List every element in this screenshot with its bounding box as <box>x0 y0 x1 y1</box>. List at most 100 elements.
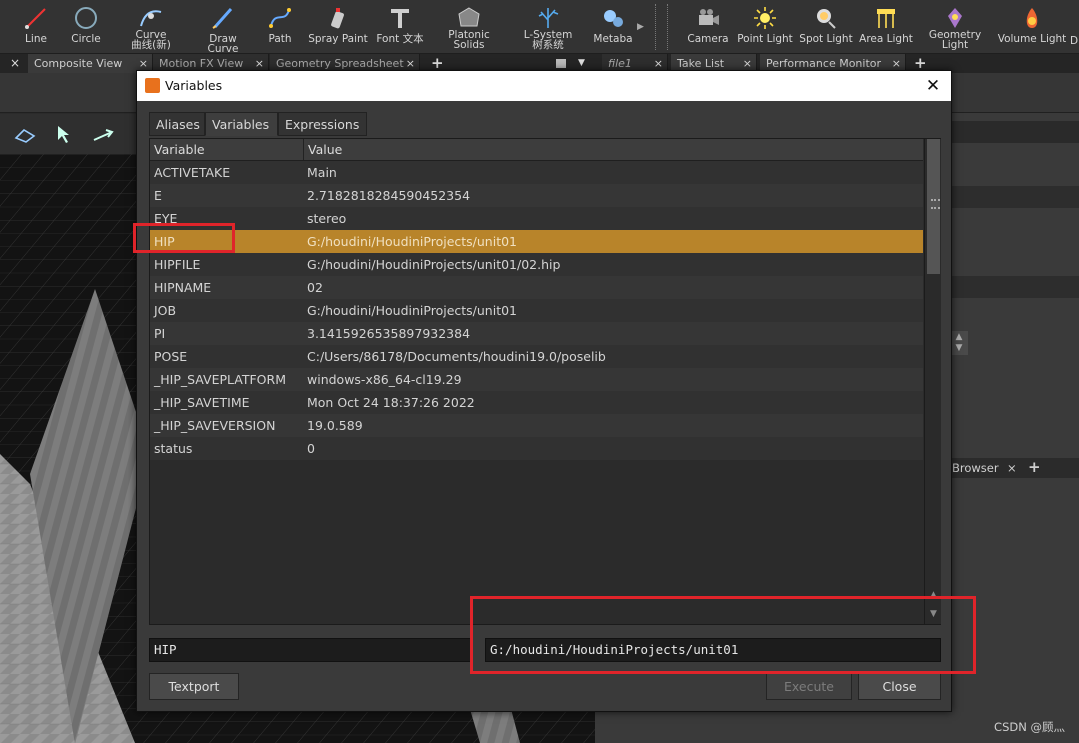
more-tool[interactable]: D <box>1070 2 1079 52</box>
tool-label: D <box>1070 35 1079 47</box>
highlight-box-variable <box>133 223 235 253</box>
close-button[interactable]: Close <box>858 673 941 700</box>
tool-label-secondary: 树系统 <box>532 39 564 51</box>
shelf-divider <box>667 4 670 50</box>
curve-icon <box>140 10 162 27</box>
shelf-scroll-right-icon[interactable]: ▶ <box>637 22 644 32</box>
panel-header <box>952 121 1079 143</box>
path-tool[interactable]: Path <box>250 2 310 52</box>
column-header-value[interactable]: Value <box>303 139 923 160</box>
lsystem-icon <box>538 8 559 28</box>
tool-label: Font 文本 <box>376 33 424 45</box>
tab-close-icon[interactable]: × <box>10 54 20 73</box>
table-row[interactable]: HIPFILE G:/houdini/HoudiniProjects/unit01… <box>150 253 923 276</box>
tab-aliases[interactable]: Aliases <box>149 112 205 136</box>
tab-label: Browser <box>952 461 999 475</box>
view-tool-icon[interactable] <box>14 126 36 144</box>
line-icon <box>25 8 46 29</box>
font-tool[interactable]: Font 文本 <box>370 2 430 52</box>
tab-label: Motion FX View <box>159 57 244 70</box>
tab-composite-view[interactable]: Composite View × <box>28 54 153 73</box>
curve-tool[interactable]: Curve 曲线(新) <box>121 2 181 52</box>
circle-tool[interactable]: Circle <box>56 2 116 52</box>
column-header-variable[interactable]: Variable <box>150 139 303 160</box>
pane-maximize-icon[interactable] <box>556 59 566 68</box>
area-light-tool[interactable]: Area Light <box>856 2 916 52</box>
variable-value-cell: C:/Users/86178/Documents/houdini19.0/pos… <box>307 349 606 364</box>
close-icon[interactable]: ✕ <box>921 71 945 101</box>
tool-label-secondary: Light <box>941 39 969 51</box>
tool-label: Path <box>268 33 292 45</box>
table-row[interactable]: _HIP_SAVEPLATFORM windows-x86_64-cl19.29 <box>150 368 923 391</box>
stepper[interactable]: ▲ ▼ <box>950 331 968 355</box>
variable-value-cell: G:/houdini/HoudiniProjects/unit01 <box>307 234 518 249</box>
variable-name-cell: HIPFILE <box>154 257 201 272</box>
close-icon[interactable]: × <box>1007 458 1017 478</box>
tab-variables[interactable]: Variables <box>205 112 278 136</box>
spray-paint-tool[interactable]: Spray Paint <box>308 2 368 52</box>
table-row[interactable]: HIPNAME 02 <box>150 276 923 299</box>
variable-value-cell: Mon Oct 24 18:37:26 2022 <box>307 395 475 410</box>
tab-label: Geometry Spreadsheet <box>276 57 404 70</box>
scrollbar-thumb[interactable] <box>927 139 940 274</box>
vertical-scrollbar[interactable]: ▲ ▼ <box>924 139 941 624</box>
tool-label: Area Light <box>859 33 913 45</box>
table-row[interactable]: status 0 <box>150 437 923 460</box>
volume-light-tool[interactable]: Volume Light <box>997 2 1067 52</box>
draw-curve-icon <box>212 8 233 29</box>
spot-light-tool[interactable]: Spot Light <box>796 2 856 52</box>
table-row[interactable]: E 2.7182818284590452354 <box>150 184 923 207</box>
variable-value-cell: 2.7182818284590452354 <box>307 188 471 203</box>
point-light-tool[interactable]: Point Light <box>735 2 795 52</box>
metaball-tool[interactable]: Metaba <box>583 2 643 52</box>
tool-label: Spot Light <box>799 33 853 45</box>
move-tool-icon[interactable] <box>92 126 116 144</box>
table-row[interactable]: PI 3.1415926535897932384 <box>150 322 923 345</box>
tool-label: Camera <box>687 33 729 45</box>
tab-label: Performance Monitor <box>766 57 882 70</box>
tab-label: Composite View <box>34 57 123 70</box>
dialog-titlebar[interactable]: Variables ✕ <box>137 71 951 101</box>
path-icon <box>269 8 291 28</box>
spot-light-icon <box>817 9 836 29</box>
variable-name-cell: _HIP_SAVETIME <box>154 395 250 410</box>
font-icon <box>391 9 409 28</box>
table-row[interactable]: _HIP_SAVEVERSION 19.0.589 <box>150 414 923 437</box>
geometry-light-icon <box>948 8 962 28</box>
spray-paint-icon <box>331 8 344 29</box>
table-row[interactable]: POSE C:/Users/86178/Documents/houdini19.0… <box>150 345 923 368</box>
variable-value-cell: G:/houdini/HoudiniProjects/unit01 <box>307 303 518 318</box>
shelf-toolbar: Line Circle Curve 曲线(新) Draw Curve Path … <box>0 0 1079 54</box>
variable-value-cell: 19.0.589 <box>307 418 363 433</box>
variable-name-field[interactable]: HIP <box>149 638 473 662</box>
textport-button[interactable]: Textport <box>149 673 239 700</box>
table-row[interactable]: _HIP_SAVETIME Mon Oct 24 18:37:26 2022 <box>150 391 923 414</box>
tool-label: Point Light <box>737 33 793 45</box>
tool-label: Line <box>25 33 47 45</box>
lsystem-tool[interactable]: L-System 树系统 <box>518 2 578 52</box>
table-row[interactable]: JOB G:/houdini/HoudiniProjects/unit01 <box>150 299 923 322</box>
variable-value-cell: 3.1415926535897932384 <box>307 326 471 341</box>
select-arrow-icon[interactable] <box>54 124 76 144</box>
draw-curve-tool[interactable]: Draw Curve <box>193 2 253 54</box>
table-row[interactable]: EYE stereo <box>150 207 923 230</box>
watermark: CSDN @顾灬 <box>994 720 1065 734</box>
shelf-divider[interactable] <box>655 4 658 50</box>
table-row[interactable]: ACTIVETAKE Main <box>150 161 923 184</box>
tool-label: Metaba <box>593 33 633 45</box>
table-row[interactable]: HIP G:/houdini/HoudiniProjects/unit01 <box>150 230 923 253</box>
variable-name-cell: ACTIVETAKE <box>154 165 231 180</box>
tab-label: file1 <box>608 57 632 70</box>
tab-browser[interactable]: Browser × + <box>952 458 1079 478</box>
tool-label-secondary: Solids <box>453 39 485 51</box>
viewport-tools <box>0 114 140 154</box>
execute-button[interactable]: Execute <box>766 673 852 700</box>
camera-tool[interactable]: Camera <box>678 2 738 52</box>
variable-value-cell: Main <box>307 165 337 180</box>
tool-label-secondary: 曲线(新) <box>131 39 171 51</box>
platonic-solids-tool[interactable]: Platonic Solids <box>439 2 499 52</box>
variable-name-cell: _HIP_SAVEPLATFORM <box>154 372 286 387</box>
add-tab-icon[interactable]: + <box>1028 457 1041 477</box>
geometry-light-tool[interactable]: Geometry Light <box>925 2 985 52</box>
tab-expressions[interactable]: Expressions <box>278 112 367 136</box>
